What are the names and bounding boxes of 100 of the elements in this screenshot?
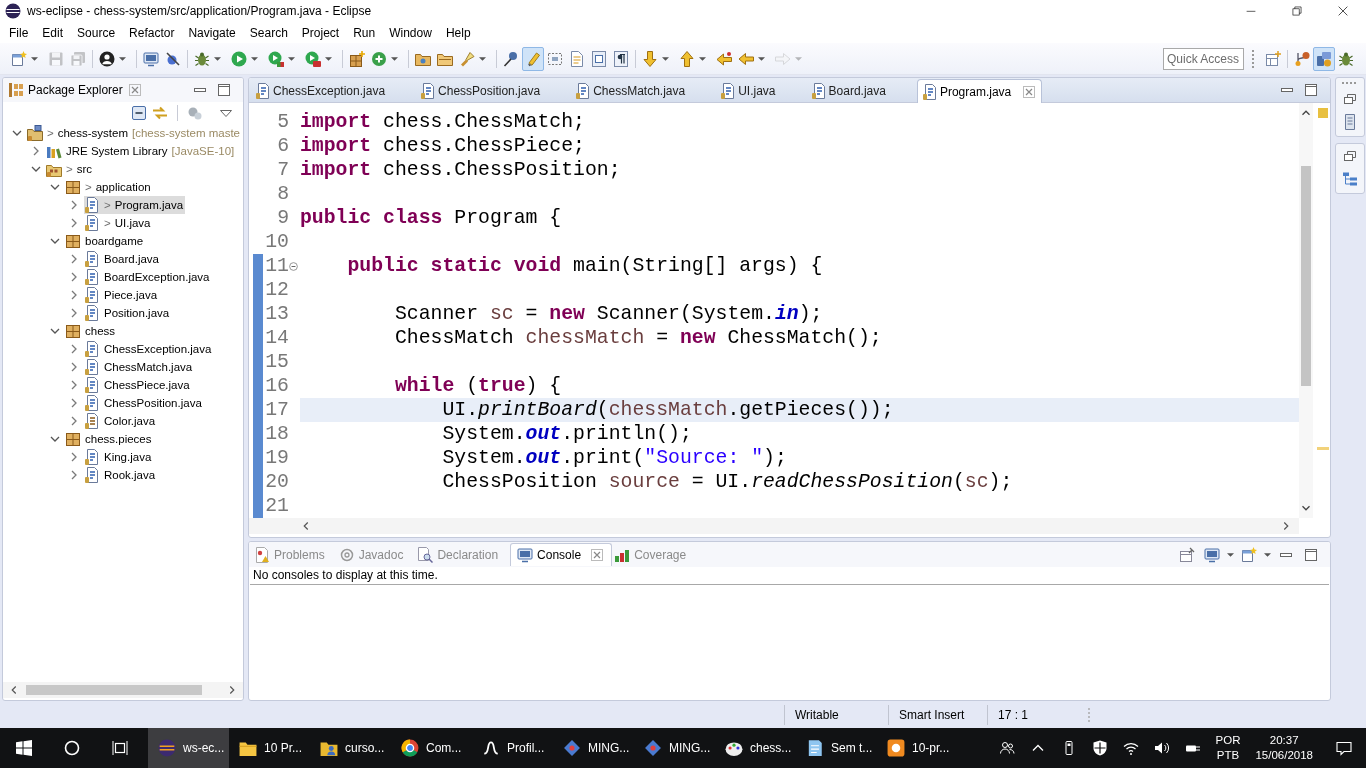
window-star-icon[interactable]: [1241, 546, 1257, 563]
package-icon: [65, 179, 81, 195]
tree-item[interactable]: > src: [46, 160, 95, 178]
menu-item[interactable]: File: [2, 23, 36, 42]
window-arrow-icon[interactable]: [1179, 546, 1195, 563]
code-file-icon: [84, 287, 100, 303]
speech-bubble-icon: [1336, 740, 1352, 756]
page-lines-icon: [569, 50, 585, 67]
taskbar-app[interactable]: MING...: [553, 728, 634, 768]
input-language[interactable]: POR PTB: [1215, 733, 1241, 763]
editor-tab[interactable]: UI.java: [716, 80, 807, 102]
tree-item[interactable]: ChessPosition.java: [84, 394, 204, 412]
maximize-icon[interactable]: [1303, 546, 1319, 563]
close-icon[interactable]: [591, 549, 604, 561]
tree-item[interactable]: Rook.java: [84, 466, 158, 484]
menu-item[interactable]: Refactor: [122, 23, 182, 42]
tree-item[interactable]: JRE System Library [JavaSE-10]: [46, 142, 237, 160]
tree-item[interactable]: > chess-system [chess-system maste: [27, 124, 242, 142]
highlighter-icon: [525, 50, 541, 67]
grip-icon: [1087, 707, 1091, 723]
tree-item[interactable]: > Program.java: [84, 196, 186, 214]
tree-item[interactable]: Position.java: [84, 304, 172, 322]
menu-item[interactable]: Project: [294, 23, 347, 42]
console-message: No consoles to display at this time.: [250, 567, 1329, 585]
editor-tab[interactable]: ChessException.java: [251, 80, 417, 102]
speaker-icon[interactable]: [1153, 740, 1170, 756]
round-tile-icon: [887, 739, 905, 757]
taskbar-app[interactable]: 10 Pr...: [229, 728, 310, 768]
menu-item[interactable]: Edit: [35, 23, 71, 42]
scrollbar-thumb[interactable]: [26, 685, 202, 695]
monitor-icon[interactable]: [1204, 546, 1220, 563]
perspective-button[interactable]: [1313, 46, 1335, 71]
caret-down-icon[interactable]: [1227, 552, 1234, 557]
menu-item[interactable]: Source: [70, 23, 123, 42]
tree-item[interactable]: chess.pieces: [65, 430, 154, 448]
menu-item[interactable]: Search: [242, 23, 295, 42]
tree-item[interactable]: chess: [65, 322, 118, 340]
tree-item[interactable]: boardgame: [65, 232, 146, 250]
tree-outline-icon[interactable]: [1342, 171, 1358, 187]
wifi-icon[interactable]: [1122, 740, 1139, 756]
taskbar-app[interactable]: ws-ec...: [148, 728, 229, 768]
maximize-icon[interactable]: [1303, 82, 1319, 98]
dotted-left-arrow-icon: [716, 50, 732, 67]
editor-tab[interactable]: Board.java: [806, 80, 917, 102]
menu-item[interactable]: Help: [438, 23, 478, 42]
minus-box-icon[interactable]: [131, 105, 147, 121]
maximize-icon[interactable]: [216, 82, 232, 98]
view-tab[interactable]: Console: [510, 543, 613, 566]
package-grid-icon: [8, 82, 24, 98]
tree-item[interactable]: ChessException.java: [84, 340, 214, 358]
code-line: import chess.ChessPosition;: [300, 158, 621, 182]
quick-access-field[interactable]: Quick Access: [1163, 47, 1244, 70]
scrollbar-thumb[interactable]: [1301, 166, 1311, 386]
taskbar-app[interactable]: chess...: [715, 728, 796, 768]
code-file-icon: [84, 197, 100, 213]
code-line: import chess.ChessPiece;: [300, 134, 585, 158]
close-icon: [1338, 6, 1348, 16]
tree-item[interactable]: Piece.java: [84, 286, 160, 304]
editor-tab[interactable]: ChessPosition.java: [416, 80, 572, 102]
minus-circle-icon[interactable]: [289, 261, 298, 271]
taskbar-app[interactable]: Com...: [391, 728, 472, 768]
caret-down-icon[interactable]: [1264, 552, 1271, 557]
tree-item[interactable]: King.java: [84, 448, 154, 466]
flashlight-icon: [459, 50, 475, 67]
folder-icon: [239, 739, 257, 757]
taskbar-app[interactable]: 10-pr...: [877, 728, 958, 768]
restore-icon[interactable]: [1342, 148, 1358, 164]
close-icon[interactable]: [128, 84, 141, 96]
line-number: 15: [264, 350, 289, 374]
line-number: 10: [264, 230, 289, 254]
monitor-icon: [143, 50, 159, 67]
tree-item[interactable]: Color.java: [84, 412, 158, 430]
play-case-icon: [305, 50, 321, 67]
taskbar-app[interactable]: curso...: [310, 728, 391, 768]
tree-item[interactable]: Board.java: [84, 250, 161, 268]
clock[interactable]: 20:37 15/06/2018: [1255, 733, 1313, 763]
tree-item[interactable]: ChessPiece.java: [84, 376, 192, 394]
menu-item[interactable]: Window: [382, 23, 439, 42]
menu-item[interactable]: Run: [346, 23, 383, 42]
code-file-icon: [84, 269, 100, 285]
people-icon[interactable]: [998, 740, 1015, 756]
tree-item[interactable]: > UI.java: [84, 214, 153, 232]
taskbar-app[interactable]: Sem t...: [796, 728, 877, 768]
close-icon[interactable]: [1023, 85, 1036, 98]
editor-tab[interactable]: ChessMatch.java: [571, 80, 717, 102]
tree-item[interactable]: ChessMatch.java: [84, 358, 195, 376]
striped-circle-icon: [5, 3, 21, 19]
taskbar-app[interactable]: MING...: [634, 728, 715, 768]
tree-item[interactable]: > application: [65, 178, 153, 196]
shield-icon[interactable]: [1091, 740, 1108, 756]
taskbar-app[interactable]: Profil...: [472, 728, 553, 768]
editor-tab[interactable]: Program.java: [916, 79, 1043, 103]
menu-item[interactable]: Navigate: [181, 23, 243, 42]
code-line: ChessPosition source = UI.readChessPosition(sc);: [442, 470, 1013, 494]
change-marker: >: [85, 181, 92, 193]
document-icon[interactable]: [1342, 114, 1358, 130]
line-number: 11: [264, 254, 289, 278]
restore-icon[interactable]: [1342, 91, 1358, 107]
tree-item[interactable]: BoardException.java: [84, 268, 212, 286]
right-arrow-icon: [775, 50, 791, 67]
